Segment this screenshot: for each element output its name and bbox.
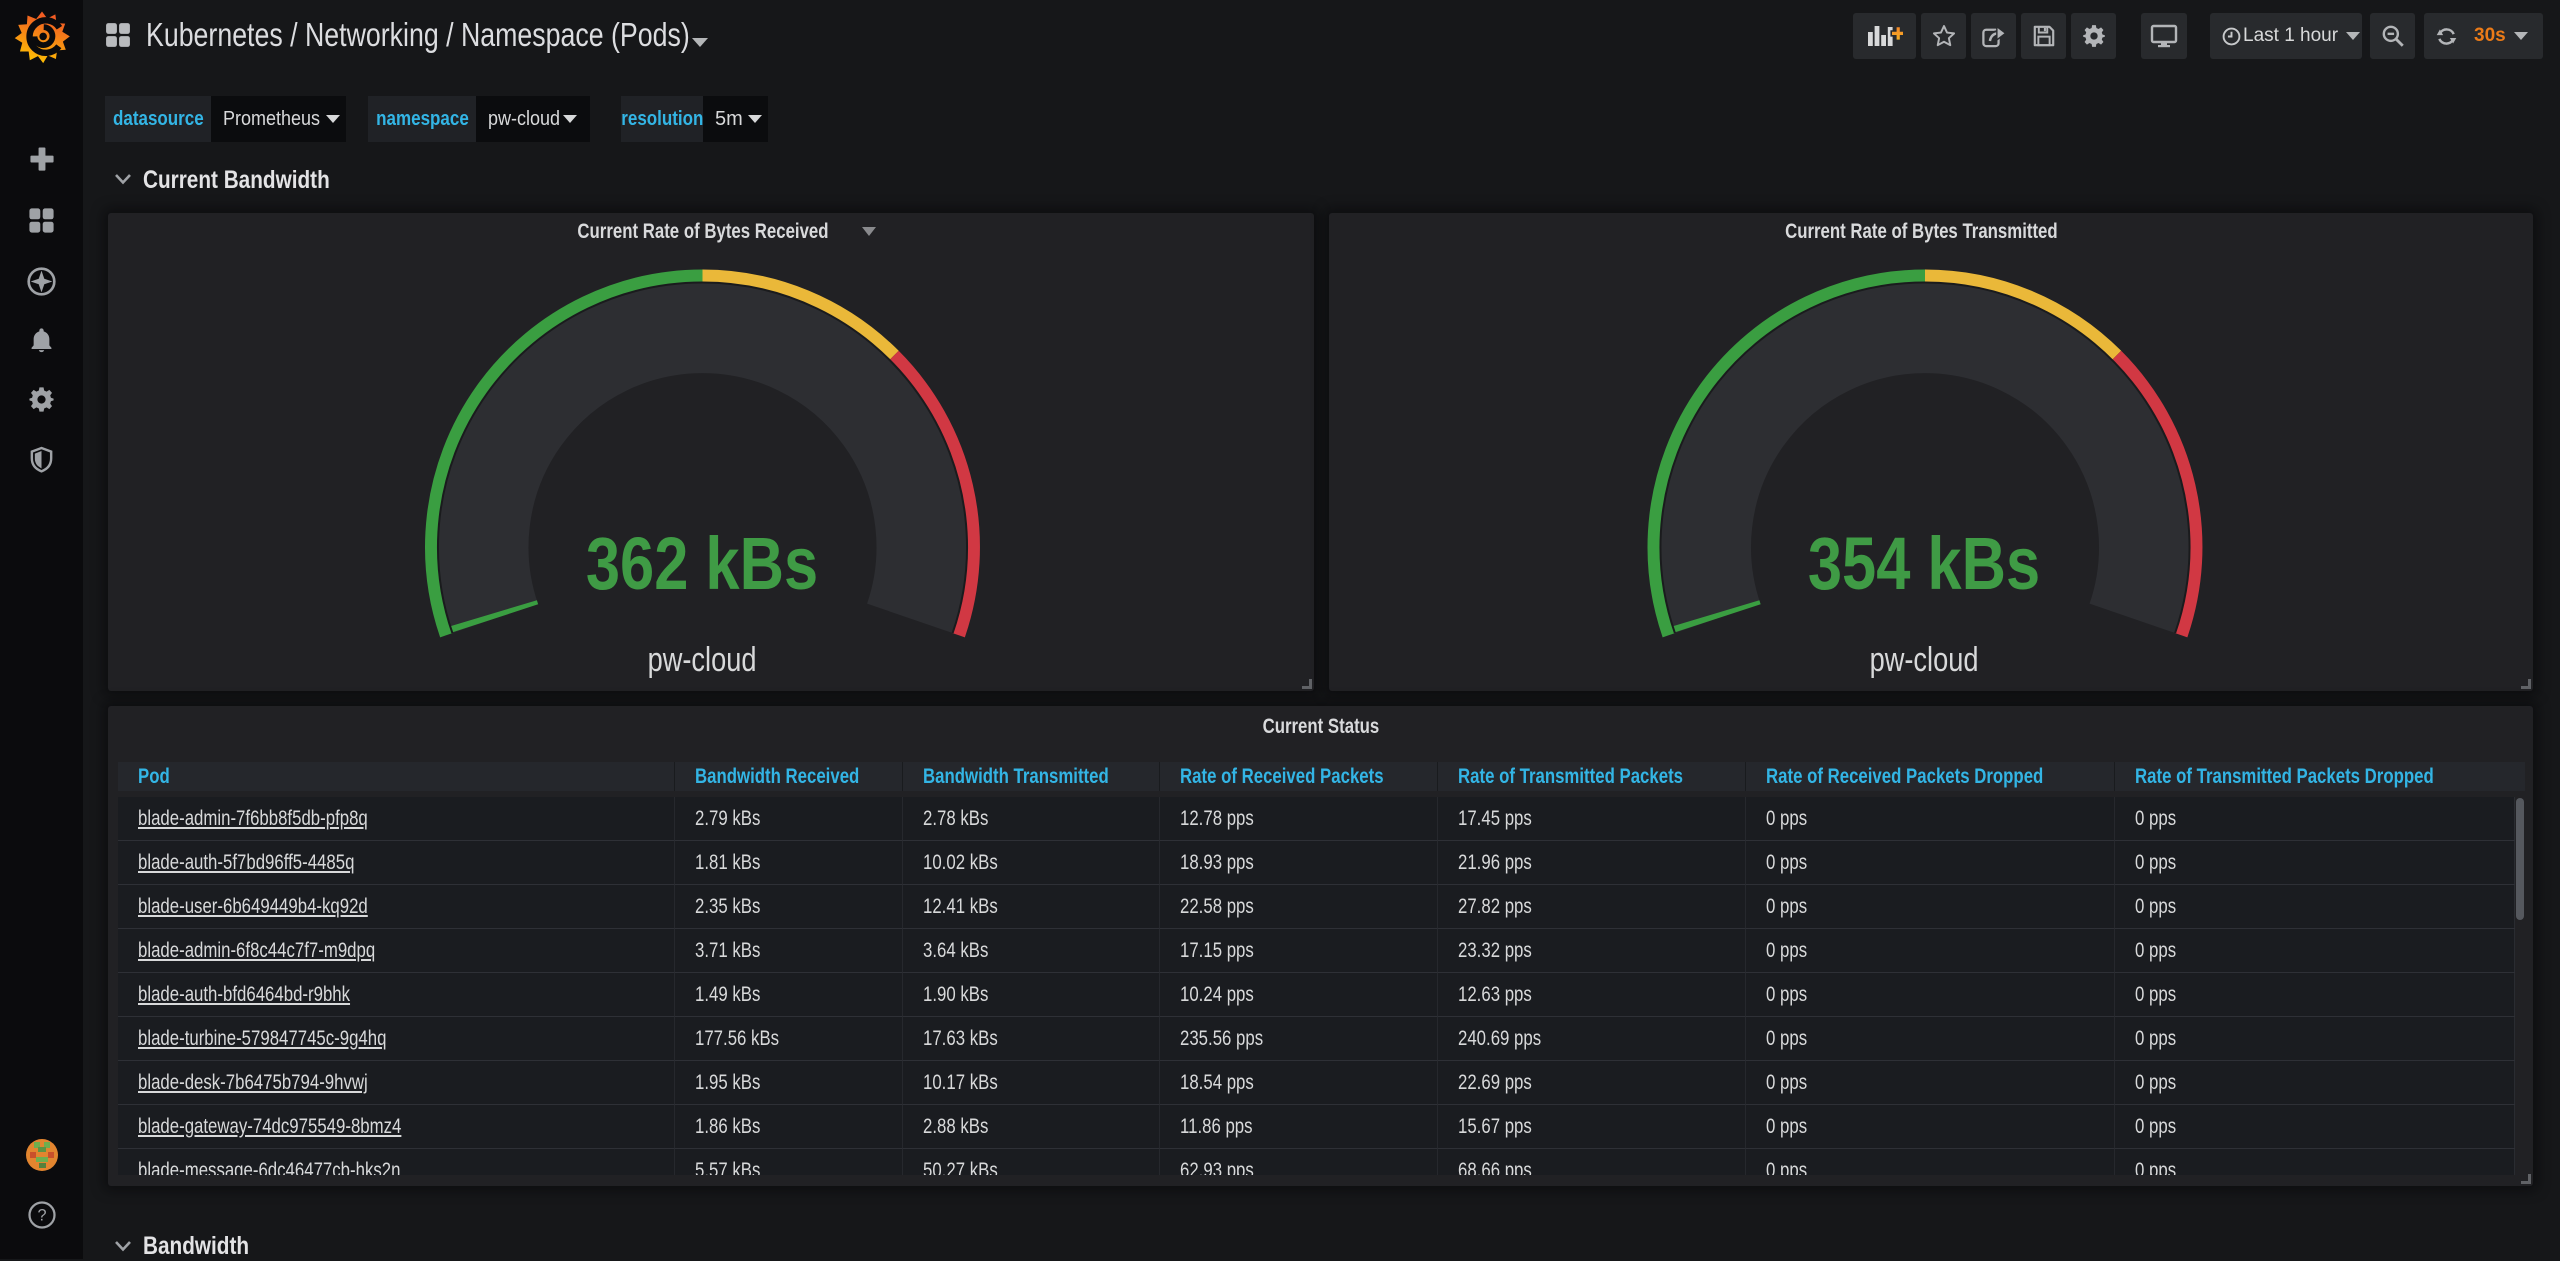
svg-text:?: ?: [37, 1207, 46, 1225]
